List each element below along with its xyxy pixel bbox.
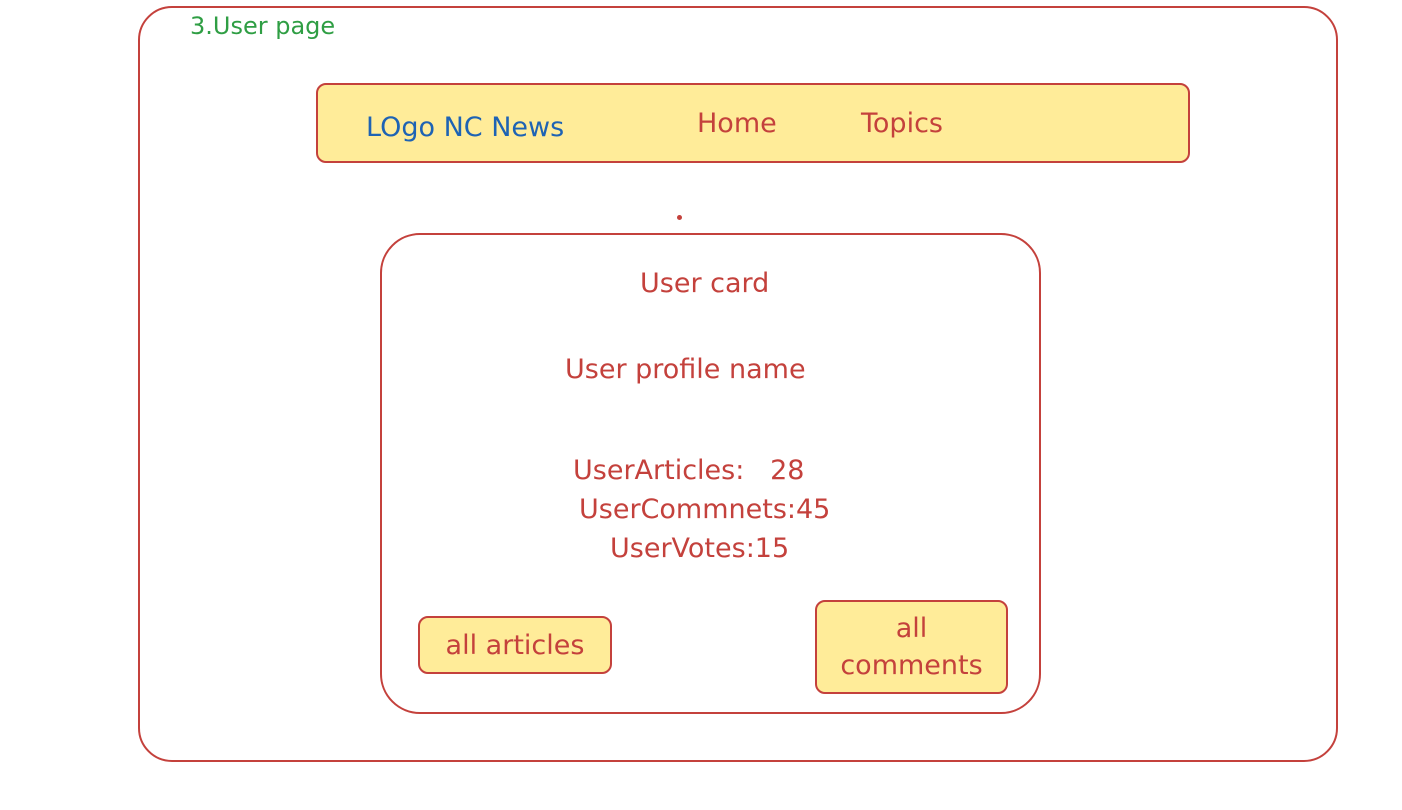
nav-link-home[interactable]: Home: [697, 108, 777, 139]
nav-link-topics[interactable]: Topics: [861, 108, 943, 139]
wireframe-canvas: 3.User page LOgo NC News Home Topics Use…: [0, 0, 1402, 810]
user-card-title: User card: [640, 268, 770, 299]
user-profile-name: User profile name: [565, 354, 806, 385]
user-votes-stat: UserVotes:15: [610, 533, 790, 564]
page-title: 3.User page: [190, 12, 336, 40]
all-comments-button[interactable]: all comments: [815, 600, 1008, 694]
stray-dot: [677, 215, 682, 220]
nav-logo[interactable]: LOgo NC News: [366, 112, 564, 143]
user-comments-stat: UserCommnets:45: [579, 494, 831, 525]
user-articles-stat: UserArticles: 28: [573, 455, 805, 486]
all-articles-button[interactable]: all articles: [418, 616, 612, 674]
